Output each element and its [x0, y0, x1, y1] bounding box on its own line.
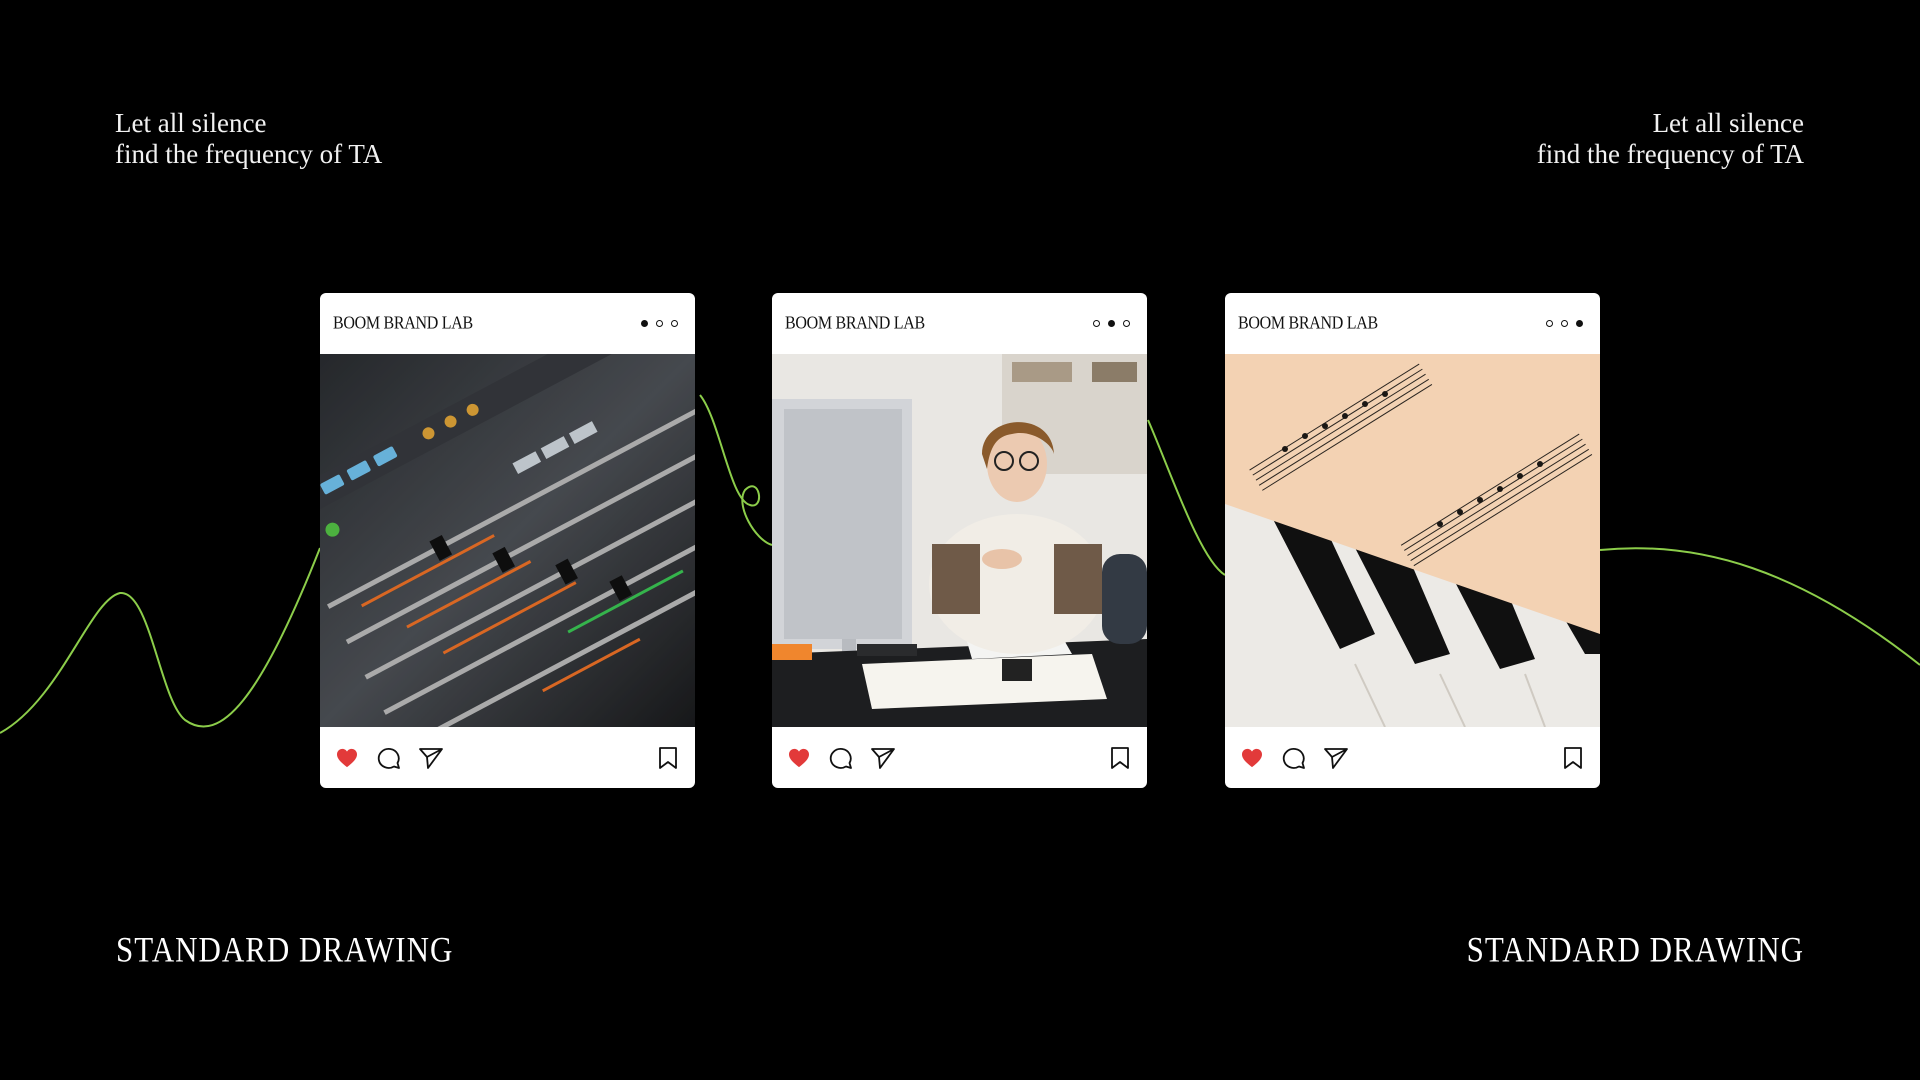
post-card-3: BOOM BRAND LAB [1225, 293, 1600, 788]
tagline-line-1: Let all silence [115, 108, 267, 138]
carousel-dots [1093, 320, 1130, 327]
comment-icon[interactable] [828, 745, 854, 771]
carousel-dot[interactable] [1546, 320, 1553, 327]
post-header: BOOM BRAND LAB [1225, 293, 1600, 354]
bookmark-icon[interactable] [1560, 745, 1586, 771]
post-card-1: BOOM BRAND LAB [320, 293, 695, 788]
share-icon[interactable] [1323, 745, 1349, 771]
carousel-dot[interactable] [1561, 320, 1568, 327]
footer-wordmark-right: STANDARD DRAWING [1466, 929, 1804, 970]
post-actions [320, 727, 695, 788]
post-image-mixing-console [320, 354, 695, 727]
footer-wordmark-left: STANDARD DRAWING [116, 929, 454, 970]
brand-name: BOOM BRAND LAB [785, 313, 925, 333]
bookmark-icon[interactable] [1107, 745, 1133, 771]
brand-name: BOOM BRAND LAB [333, 313, 473, 333]
heart-icon[interactable] [1239, 745, 1265, 771]
comment-icon[interactable] [376, 745, 402, 771]
comment-icon[interactable] [1281, 745, 1307, 771]
carousel-dot[interactable] [671, 320, 678, 327]
post-image-woman-at-desk [772, 354, 1147, 727]
heart-icon[interactable] [786, 745, 812, 771]
share-icon[interactable] [870, 745, 896, 771]
post-header: BOOM BRAND LAB [320, 293, 695, 354]
carousel-dots [641, 320, 678, 327]
carousel-dots [1546, 320, 1583, 327]
carousel-dot[interactable] [656, 320, 663, 327]
tagline-right: Let all silence find the frequency of TA [1537, 108, 1804, 170]
tagline-line-2: find the frequency of TA [115, 139, 383, 169]
carousel-dot[interactable] [1108, 320, 1115, 327]
carousel-dot[interactable] [641, 320, 648, 327]
post-image-sheet-music-piano [1225, 354, 1600, 727]
bookmark-icon[interactable] [655, 745, 681, 771]
heart-icon[interactable] [334, 745, 360, 771]
post-actions [1225, 727, 1600, 788]
tagline-line-1: Let all silence [1652, 108, 1804, 138]
carousel-dot[interactable] [1093, 320, 1100, 327]
brand-name: BOOM BRAND LAB [1238, 313, 1378, 333]
tagline-left: Let all silence find the frequency of TA [115, 108, 382, 170]
share-icon[interactable] [418, 745, 444, 771]
tagline-line-2: find the frequency of TA [1536, 139, 1804, 169]
post-card-2: BOOM BRAND LAB [772, 293, 1147, 788]
post-actions [772, 727, 1147, 788]
post-header: BOOM BRAND LAB [772, 293, 1147, 354]
carousel-dot[interactable] [1123, 320, 1130, 327]
carousel-dot[interactable] [1576, 320, 1583, 327]
